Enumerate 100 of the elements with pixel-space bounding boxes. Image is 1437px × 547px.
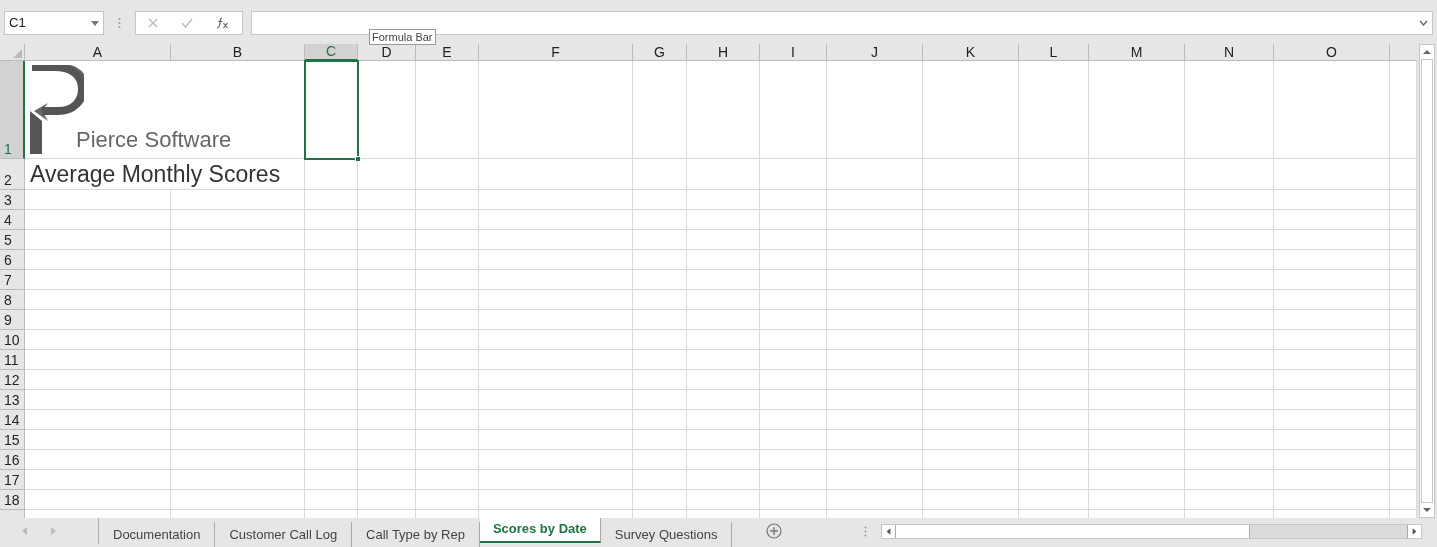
grid-cell[interactable]	[358, 410, 416, 430]
grid-cell[interactable]	[1390, 350, 1417, 370]
row-header[interactable]: 6	[0, 250, 25, 270]
grid-cell[interactable]	[358, 370, 416, 390]
grid-cell[interactable]	[1185, 290, 1274, 310]
grid-cell[interactable]	[171, 270, 305, 290]
column-header[interactable]: I	[760, 44, 827, 61]
grid-cell[interactable]	[416, 270, 479, 290]
grid-cell[interactable]	[633, 290, 687, 310]
grid-cell[interactable]	[479, 61, 633, 159]
grid-cell[interactable]	[633, 410, 687, 430]
column-header[interactable]: D	[358, 44, 416, 61]
grid-cell[interactable]	[1019, 490, 1089, 510]
function-icon[interactable]	[216, 17, 231, 29]
grid-cell[interactable]	[1185, 230, 1274, 250]
grid-cell[interactable]	[827, 430, 923, 450]
grid-cell[interactable]	[827, 390, 923, 410]
scroll-thumb[interactable]	[896, 525, 1251, 538]
grid-cell[interactable]	[1089, 210, 1185, 230]
grid-cell[interactable]	[760, 230, 827, 250]
grid-cell[interactable]	[687, 310, 760, 330]
grid-cell[interactable]	[633, 270, 687, 290]
grid-cell[interactable]	[171, 390, 305, 410]
grid-cell[interactable]	[827, 159, 923, 190]
grid-cell[interactable]	[171, 350, 305, 370]
grid-cell[interactable]	[416, 250, 479, 270]
grid-cell[interactable]	[1019, 310, 1089, 330]
grid-cell[interactable]	[479, 330, 633, 350]
row-header[interactable]: 5	[0, 230, 25, 250]
grid-cell[interactable]	[416, 410, 479, 430]
grid-cell[interactable]	[416, 490, 479, 510]
grid-cell[interactable]	[305, 370, 358, 390]
grid-cell[interactable]	[1019, 190, 1089, 210]
grid-cell[interactable]	[687, 210, 760, 230]
grid-cell[interactable]	[25, 470, 171, 490]
grid-cell[interactable]	[479, 450, 633, 470]
grid-cell[interactable]	[760, 370, 827, 390]
row-header[interactable]: 8	[0, 290, 25, 310]
grid-cell[interactable]	[1390, 210, 1417, 230]
grid-cell[interactable]	[1274, 210, 1390, 230]
row-header[interactable]: 16	[0, 450, 25, 470]
grid-cell[interactable]	[687, 270, 760, 290]
grid-cell[interactable]	[1390, 470, 1417, 490]
grid-cell[interactable]	[1274, 450, 1390, 470]
grid-cell[interactable]	[1390, 190, 1417, 210]
row-header[interactable]: 9	[0, 310, 25, 330]
row-header[interactable]: 17	[0, 470, 25, 490]
grid-cell[interactable]	[1089, 350, 1185, 370]
grid-cell[interactable]	[1274, 370, 1390, 390]
grid-cell[interactable]	[25, 330, 171, 350]
grid-cell[interactable]	[633, 330, 687, 350]
grid-cell[interactable]	[1089, 270, 1185, 290]
grid-cell[interactable]	[633, 159, 687, 190]
grid-cell[interactable]	[633, 190, 687, 210]
grid-cell[interactable]	[358, 190, 416, 210]
grid-cell[interactable]	[305, 190, 358, 210]
grid-cell[interactable]	[1185, 450, 1274, 470]
grid-cell[interactable]	[358, 159, 416, 190]
row-header[interactable]: 3	[0, 190, 25, 210]
grid-cell[interactable]	[827, 310, 923, 330]
grid-cell[interactable]	[171, 370, 305, 390]
grid-cell[interactable]	[633, 470, 687, 490]
grid-cell[interactable]	[633, 390, 687, 410]
grid-cell[interactable]	[1089, 190, 1185, 210]
grid-cell[interactable]	[1089, 61, 1185, 159]
grid-cell[interactable]	[416, 430, 479, 450]
grid-cell[interactable]	[923, 450, 1019, 470]
grid-cell[interactable]	[760, 350, 827, 370]
grid-cell[interactable]	[827, 290, 923, 310]
column-header[interactable]: K	[923, 44, 1019, 61]
grid-cell[interactable]	[827, 250, 923, 270]
grid-cell[interactable]	[1185, 210, 1274, 230]
grid-cell[interactable]	[923, 330, 1019, 350]
column-header[interactable]: H	[687, 44, 760, 61]
grid-cell[interactable]	[1089, 230, 1185, 250]
grid-cell[interactable]	[760, 190, 827, 210]
grid-cell[interactable]	[479, 430, 633, 450]
grid-cell[interactable]	[1019, 390, 1089, 410]
grid-cell[interactable]	[1390, 230, 1417, 250]
grid-cell[interactable]	[479, 370, 633, 390]
grid-cell[interactable]	[923, 390, 1019, 410]
grid-cell[interactable]	[760, 159, 827, 190]
grid-cell[interactable]	[1274, 159, 1390, 190]
grid-cell[interactable]	[687, 470, 760, 490]
row-header[interactable]: 12	[0, 370, 25, 390]
grid-cell[interactable]	[171, 310, 305, 330]
grid-cell[interactable]	[416, 290, 479, 310]
grid-cell[interactable]	[1019, 159, 1089, 190]
grid-cell[interactable]	[827, 370, 923, 390]
row-header[interactable]: 18	[0, 490, 25, 510]
grid-cell[interactable]	[923, 470, 1019, 490]
grid-cell[interactable]	[827, 490, 923, 510]
grid-cell[interactable]	[827, 270, 923, 290]
grid-cell[interactable]	[687, 390, 760, 410]
grid-cell[interactable]	[305, 430, 358, 450]
grid-cell[interactable]	[416, 61, 479, 159]
grid-cell[interactable]	[479, 250, 633, 270]
grid-cell[interactable]	[305, 270, 358, 290]
grid-cell[interactable]	[479, 290, 633, 310]
grid-cell[interactable]	[923, 61, 1019, 159]
